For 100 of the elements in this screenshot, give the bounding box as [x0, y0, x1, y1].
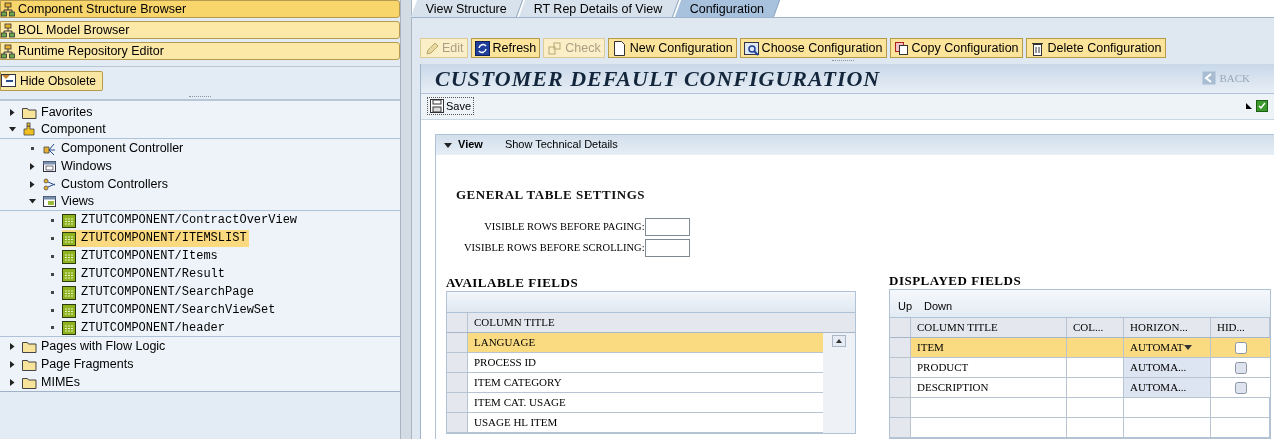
expand-arrow-icon[interactable]: [29, 162, 35, 170]
view-item[interactable]: ZTUTCOMPONENT/ITEMSLIST: [62, 229, 249, 247]
trash-icon: [1029, 40, 1045, 56]
copy-icon: [893, 40, 909, 56]
expand-arrow-icon[interactable]: [9, 342, 15, 350]
bullet-icon: [30, 146, 34, 150]
collapse-arrow-icon[interactable]: [8, 127, 16, 132]
tree-item[interactable]: Component Controller: [42, 139, 186, 157]
field-label: VISIBLE ROWS BEFORE PAGING:: [483, 220, 645, 235]
show-technical-details-link[interactable]: Show Technical Details: [504, 136, 618, 153]
scroll-up-icon[interactable]: [832, 335, 846, 347]
tab[interactable]: View Structure: [410, 0, 524, 17]
view-item[interactable]: ZTUTCOMPONENT/SearchPage: [62, 283, 256, 301]
bullet-icon: [50, 236, 54, 240]
view-icon: [62, 302, 77, 318]
field-label: VISIBLE ROWS BEFORE SCROLLING:: [464, 241, 645, 256]
toolbar-button[interactable]: Down: [924, 297, 953, 314]
view-item[interactable]: ZTUTCOMPONENT/ContractOverView: [62, 211, 300, 229]
section-heading: DISPLAYED FIELDS: [889, 272, 1023, 285]
toolbar-button[interactable]: Copy Configuration: [889, 38, 1023, 59]
checkbox[interactable]: [1234, 341, 1247, 354]
resize-icon[interactable]: [1246, 103, 1252, 109]
view-icon: [62, 248, 77, 264]
view-icon: [62, 230, 77, 246]
collapse-arrow-icon[interactable]: [28, 199, 36, 204]
expand-arrow-icon[interactable]: [29, 180, 35, 188]
check-icon: [547, 40, 563, 56]
table-row[interactable]: PRODUCT AUTOMA...: [890, 358, 1270, 378]
table-cell[interactable]: PRODUCT: [911, 358, 1067, 377]
nav-button[interactable]: Component Structure Browser: [0, 0, 400, 18]
table-cell[interactable]: AUTOMA...: [1124, 358, 1211, 377]
table-cell[interactable]: ITEM: [911, 338, 1067, 357]
scrollbar[interactable]: [823, 333, 855, 433]
tree-item[interactable]: MIMEs: [22, 373, 82, 391]
view-item[interactable]: ZTUTCOMPONENT/header: [62, 319, 228, 336]
column-header[interactable]: COLUMN TITLE: [911, 318, 1067, 337]
tree-item[interactable]: Page Fragments: [22, 355, 136, 373]
puzzle-icon: [22, 122, 37, 137]
bullet-icon: [50, 308, 54, 312]
page-title: CUSTOMER DEFAULT CONFIGURATION: [435, 64, 881, 93]
section-heading: AVAILABLE FIELDS: [446, 274, 580, 291]
tree-item[interactable]: Windows: [42, 157, 114, 175]
tree-item[interactable]: Views: [42, 193, 97, 210]
pencil-icon: [424, 40, 439, 56]
tree-item[interactable]: Custom Controllers: [42, 175, 170, 193]
table-cell[interactable]: DESCRIPTION: [911, 378, 1067, 397]
table-row[interactable]: [890, 398, 1270, 418]
table-cell[interactable]: LANGUAGE: [468, 333, 823, 352]
expand-arrow-icon[interactable]: [9, 378, 15, 386]
bullet-icon: [50, 290, 54, 294]
controllers-icon: [42, 176, 57, 192]
tree-item[interactable]: Pages with Flow Logic: [22, 337, 168, 355]
nav-button[interactable]: Runtime Repository Editor: [0, 42, 400, 60]
expand-arrow-icon[interactable]: [9, 360, 15, 368]
view-icon: [62, 212, 77, 228]
table-row[interactable]: ITEM AUTOMAT: [890, 338, 1270, 358]
table-row[interactable]: DESCRIPTION AUTOMA...: [890, 378, 1270, 398]
toolbar-button[interactable]: Delete Configuration: [1025, 38, 1166, 59]
column-header[interactable]: HID...: [1211, 318, 1270, 337]
view-item[interactable]: ZTUTCOMPONENT/Result: [62, 265, 228, 283]
search-icon: [743, 40, 759, 56]
tab[interactable]: RT Rep Details of View: [518, 0, 679, 17]
hierarchy-icon: [1, 1, 15, 17]
collapse-arrow-icon: [444, 140, 452, 149]
checkbox[interactable]: [1234, 381, 1247, 394]
view-toggle[interactable]: View: [444, 136, 483, 153]
bullet-icon: [50, 326, 54, 329]
filter-icon: [1, 73, 17, 88]
dropdown-arrow-icon: [1183, 345, 1192, 350]
document-icon: [611, 40, 627, 56]
tree-item[interactable]: Favorites: [22, 103, 95, 121]
bullet-icon: [50, 272, 54, 276]
view-item[interactable]: ZTUTCOMPONENT/Items: [62, 247, 220, 265]
bullet-icon: [50, 254, 54, 258]
view-icon: [62, 266, 77, 282]
dropdown-field[interactable]: AUTOMAT: [1124, 338, 1211, 357]
column-header[interactable]: HORIZON...: [1124, 318, 1211, 337]
toolbar-button[interactable]: Up: [898, 297, 913, 314]
hide-obsolete-button[interactable]: Hide Obsolete: [0, 70, 104, 91]
tree-item[interactable]: Component: [22, 121, 108, 138]
toolbar-button[interactable]: Choose Configuration: [739, 38, 887, 59]
save-button[interactable]: Save: [427, 97, 475, 115]
bullet-icon: [50, 218, 54, 222]
checkbox-icon[interactable]: [1256, 100, 1268, 112]
input-field[interactable]: [644, 239, 690, 257]
splitter[interactable]: [400, 0, 412, 439]
toolbar-button[interactable]: Refresh: [470, 38, 541, 59]
table-row[interactable]: [890, 418, 1270, 438]
nav-button[interactable]: BOL Model Browser: [0, 21, 400, 39]
view-icon: [62, 320, 77, 335]
view-icon: [62, 284, 77, 300]
expand-arrow-icon[interactable]: [9, 108, 15, 116]
tab[interactable]: Configuration: [674, 0, 781, 17]
section-heading: GENERAL TABLE SETTINGS: [456, 185, 646, 204]
table-cell[interactable]: AUTOMA...: [1124, 378, 1211, 397]
view-item[interactable]: ZTUTCOMPONENT/SearchViewSet: [62, 301, 278, 319]
column-header[interactable]: COL...: [1067, 318, 1124, 337]
input-field[interactable]: [644, 218, 690, 236]
toolbar-button[interactable]: New Configuration: [607, 38, 737, 59]
checkbox[interactable]: [1234, 361, 1247, 374]
